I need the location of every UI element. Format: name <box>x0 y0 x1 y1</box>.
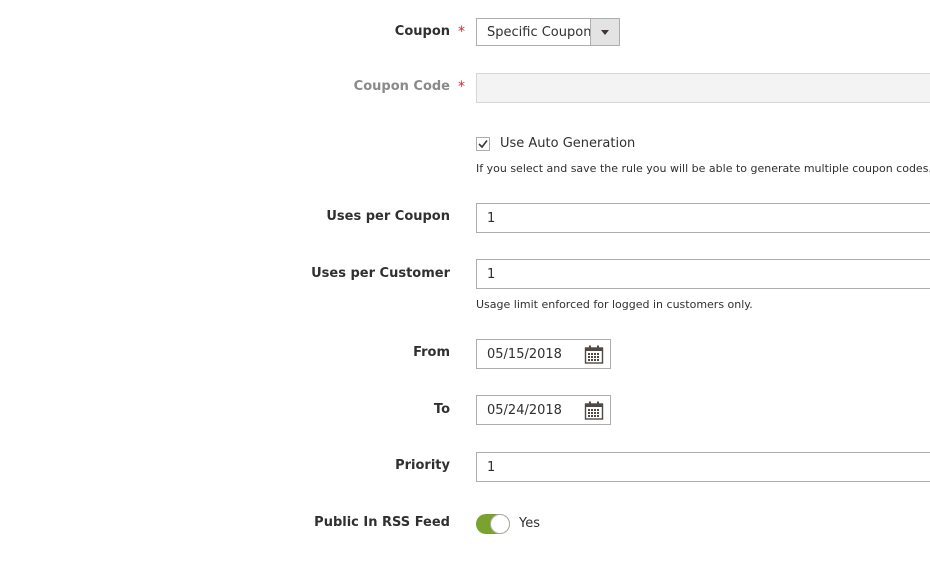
coupon-code-required-mark: * <box>458 79 465 95</box>
rss-feed-state-label: Yes <box>519 516 540 531</box>
checkmark-icon <box>478 140 488 149</box>
coupon-select[interactable]: Specific Coupon <box>476 18 620 46</box>
chevron-down-icon <box>601 30 609 35</box>
priority-input[interactable]: 1 <box>476 452 930 482</box>
priority-value: 1 <box>487 460 496 475</box>
coupon-selected-value: Specific Coupon <box>487 25 592 40</box>
use-auto-generation-label[interactable]: Use Auto Generation <box>500 135 635 153</box>
to-label: To <box>433 402 450 417</box>
from-label: From <box>413 345 450 360</box>
calendar-icon[interactable] <box>584 345 604 364</box>
uses-per-customer-label: Uses per Customer <box>311 266 450 281</box>
coupon-code-input[interactable] <box>476 73 930 103</box>
uses-per-coupon-label: Uses per Coupon <box>326 209 450 224</box>
priority-label: Priority <box>395 458 450 473</box>
coupon-select-toggle[interactable] <box>590 19 619 45</box>
uses-per-customer-note: Usage limit enforced for logged in custo… <box>476 298 753 311</box>
uses-per-coupon-value: 1 <box>487 211 496 226</box>
cart-price-rule-form: Coupon * Specific Coupon Coupon Code * U… <box>0 0 930 564</box>
toggle-knob <box>490 514 510 534</box>
to-date-input[interactable]: 05/24/2018 <box>476 395 611 425</box>
uses-per-customer-value: 1 <box>487 267 496 282</box>
calendar-icon[interactable] <box>584 401 604 420</box>
uses-per-customer-input[interactable]: 1 <box>476 259 930 289</box>
use-auto-generation-checkbox[interactable] <box>476 137 490 151</box>
rss-feed-toggle[interactable] <box>476 514 510 534</box>
to-date-value: 05/24/2018 <box>487 403 562 418</box>
rss-feed-label: Public In RSS Feed <box>314 515 450 530</box>
from-date-value: 05/15/2018 <box>487 347 562 362</box>
coupon-code-label: Coupon Code <box>353 79 450 94</box>
from-date-input[interactable]: 05/15/2018 <box>476 339 611 369</box>
coupon-required-mark: * <box>458 24 465 40</box>
auto-generation-note: If you select and save the rule you will… <box>476 162 930 175</box>
coupon-label: Coupon <box>394 24 450 39</box>
uses-per-coupon-input[interactable]: 1 <box>476 203 930 233</box>
